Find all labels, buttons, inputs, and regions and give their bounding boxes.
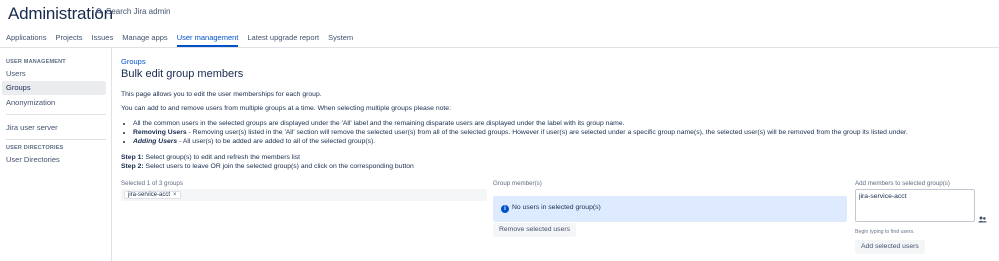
- sidebar: USER MANAGEMENT Users Groups Anonymizati…: [0, 48, 112, 261]
- sidebar-item-user-directories[interactable]: User Directories: [2, 153, 106, 167]
- bullet-removing-text: - Removing user(s) listed in the 'All' s…: [186, 129, 908, 136]
- tab-system[interactable]: System: [328, 33, 353, 47]
- tab-issues[interactable]: Issues: [92, 33, 114, 47]
- tab-projects[interactable]: Projects: [55, 33, 82, 47]
- top-bar: Administration Search Jira admin: [0, 0, 999, 28]
- info-message-text: No users in selected group(s): [512, 204, 601, 211]
- tab-applications[interactable]: Applications: [6, 33, 46, 47]
- remove-chip-icon[interactable]: ×: [173, 192, 177, 198]
- add-members-hint: Begin typing to find users.: [855, 229, 915, 235]
- notes-list: All the common users in the selected gro…: [133, 120, 908, 147]
- user-picker-icon[interactable]: [978, 216, 987, 223]
- breadcrumb-groups[interactable]: Groups: [121, 57, 146, 66]
- info-icon: i: [501, 205, 509, 213]
- bullet-adding-text: - All user(s) to be added are added to a…: [177, 138, 376, 145]
- step-1-label: Step 1:: [121, 154, 144, 161]
- group-members-label: Group member(s): [493, 180, 542, 187]
- list-item: All the common users in the selected gro…: [133, 120, 908, 127]
- remove-selected-users-button[interactable]: Remove selected users: [493, 223, 577, 237]
- sidebar-divider: [6, 114, 106, 115]
- sidebar-item-jira-user-server[interactable]: Jira user server: [2, 121, 106, 135]
- sidebar-item-groups[interactable]: Groups: [2, 81, 106, 95]
- tab-user-management[interactable]: User management: [176, 33, 239, 47]
- group-picker[interactable]: jira-service-acct ×: [121, 189, 487, 201]
- admin-search[interactable]: Search Jira admin: [96, 7, 170, 16]
- group-chip-label: jira-service-acct: [128, 192, 171, 198]
- search-label: Search Jira admin: [106, 7, 171, 16]
- list-item: Adding Users - All user(s) to be added a…: [133, 138, 908, 145]
- section-title: Bulk edit group members: [121, 68, 244, 80]
- step-1-text: Select group(s) to edit and refresh the …: [143, 154, 301, 161]
- add-members-label: Add members to selected group(s): [855, 180, 950, 187]
- bullet-removing-label: Removing Users: [133, 129, 187, 136]
- tabs-divider: [0, 47, 999, 48]
- selected-groups-label: Selected 1 of 3 groups: [121, 180, 183, 187]
- step-2-text: Select users to leave OR join the select…: [143, 163, 414, 170]
- group-chip: jira-service-acct ×: [124, 191, 181, 199]
- sidebar-heading-user-management: USER MANAGEMENT: [6, 59, 66, 65]
- sidebar-item-users[interactable]: Users: [2, 67, 106, 81]
- admin-tabs: Applications Projects Issues Manage apps…: [6, 33, 362, 47]
- step-2: Step 2: Select users to leave OR join th…: [121, 163, 414, 170]
- add-members-input[interactable]: jira-service-acct: [855, 189, 975, 222]
- bullet-adding-label: Adding Users: [133, 138, 178, 145]
- sidebar-divider: [6, 139, 106, 140]
- step-1: Step 1: Select group(s) to edit and refr…: [121, 154, 300, 161]
- step-2-label: Step 2:: [121, 163, 144, 170]
- add-selected-users-button[interactable]: Add selected users: [855, 240, 925, 254]
- intro-text: This page allows you to edit the user me…: [121, 91, 322, 98]
- sidebar-heading-user-directories: USER DIRECTORIES: [6, 145, 64, 151]
- list-item: Removing Users - Removing user(s) listed…: [133, 129, 908, 136]
- note-text: You can add to and remove users from mul…: [121, 105, 451, 112]
- search-icon: [96, 8, 103, 15]
- tab-manage-apps[interactable]: Manage apps: [122, 33, 167, 47]
- sidebar-item-anonymization[interactable]: Anonymization: [2, 96, 106, 110]
- tab-latest-upgrade-report[interactable]: Latest upgrade report: [247, 33, 319, 47]
- info-message: i No users in selected group(s): [493, 196, 847, 222]
- bullet-common-users: All the common users in the selected gro…: [133, 120, 625, 127]
